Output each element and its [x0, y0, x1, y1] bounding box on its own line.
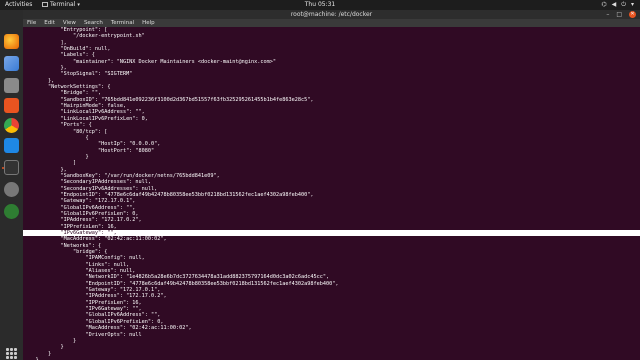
menu-terminal[interactable]: Terminal	[111, 19, 134, 27]
vscode-icon[interactable]	[4, 138, 19, 153]
system-tray[interactable]: ⌬ ◀ ⏻ ▾	[601, 0, 634, 10]
menu-search[interactable]: Search	[84, 19, 103, 27]
show-applications-icon[interactable]	[6, 348, 17, 359]
power-icon: ⏻	[621, 1, 626, 8]
vpn-icon[interactable]	[4, 204, 19, 219]
terminal-window: root@machine: /etc/docker – □ ✕ File Edit…	[23, 10, 640, 360]
network-icon: ⌬	[601, 1, 607, 8]
window-titlebar[interactable]: root@machine: /etc/docker – □ ✕	[23, 10, 640, 19]
menu-help[interactable]: Help	[142, 19, 155, 27]
close-icon[interactable]: ✕	[629, 11, 636, 18]
terminal-icon[interactable]	[2, 160, 19, 175]
menu-edit[interactable]: Edit	[44, 19, 55, 27]
files-icon[interactable]	[4, 78, 19, 93]
top-bar: Activities Terminal ▾ Thu 05:31 ⌬ ◀ ⏻ ▾	[0, 0, 640, 10]
firefox-icon[interactable]	[4, 34, 19, 49]
settings-icon[interactable]	[4, 182, 19, 197]
menu-view[interactable]: View	[63, 19, 76, 27]
menu-bar: File Edit View Search Terminal Help	[23, 19, 640, 27]
software-icon[interactable]	[4, 98, 19, 113]
minimize-icon[interactable]: –	[606, 10, 609, 19]
thunderbird-icon[interactable]	[4, 56, 19, 71]
volume-icon: ◀	[611, 1, 617, 8]
window-title: root@machine: /etc/docker	[290, 11, 373, 18]
chevron-down-icon: ▾	[630, 1, 634, 8]
terminal-output[interactable]: "Entrypoint": [ "/docker-entrypoint.sh" …	[23, 27, 640, 360]
dock	[0, 10, 24, 360]
menu-file[interactable]: File	[27, 19, 36, 27]
maximize-icon[interactable]: □	[616, 10, 622, 19]
chrome-icon[interactable]	[4, 118, 19, 133]
clock[interactable]: Thu 05:31	[0, 0, 640, 10]
